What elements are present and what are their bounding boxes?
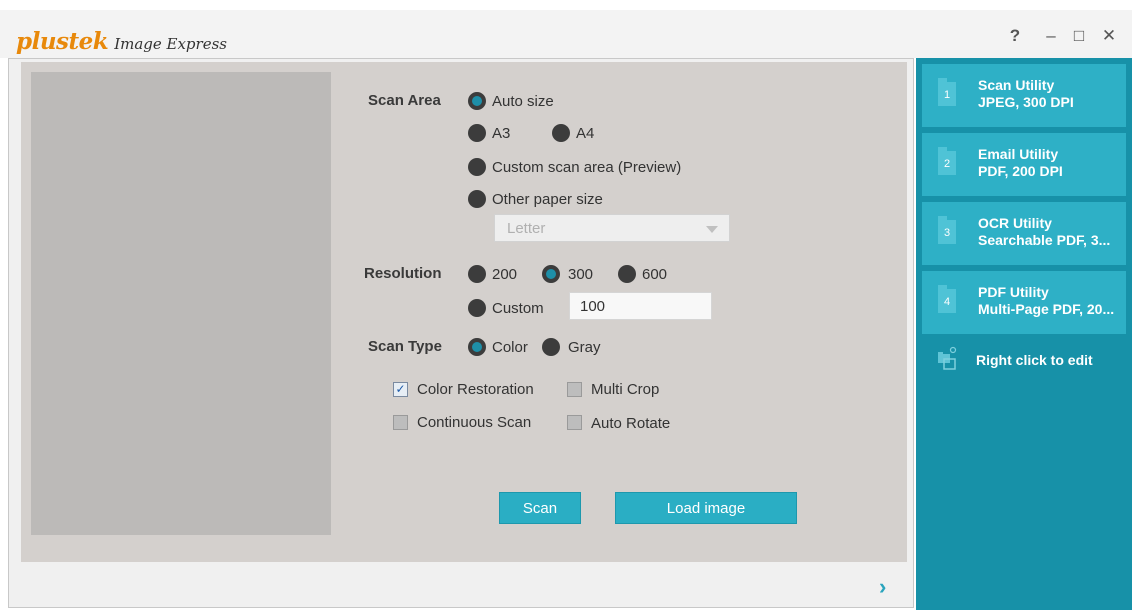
- utility-name: Scan Utility: [978, 77, 1055, 93]
- paper-size-dropdown[interactable]: Letter: [494, 214, 730, 242]
- resolution-600-radio[interactable]: [618, 265, 636, 283]
- resolution-custom-radio[interactable]: [468, 299, 486, 317]
- main-area: Scan Area Auto size A3 A4 Custom scan ar…: [8, 58, 914, 608]
- auto-size-radio[interactable]: [468, 92, 486, 110]
- resolution-200-label[interactable]: 200: [492, 266, 517, 283]
- auto-size-label[interactable]: Auto size: [492, 93, 554, 110]
- custom-scan-area-radio[interactable]: [468, 158, 486, 176]
- edit-hint-text: Right click to edit: [976, 352, 1093, 368]
- chevron-down-icon: [706, 226, 718, 233]
- resolution-custom-label[interactable]: Custom: [492, 300, 544, 317]
- folder-icon: 3: [938, 216, 956, 244]
- scan-preview: [31, 72, 331, 535]
- other-paper-size-radio[interactable]: [468, 190, 486, 208]
- utility-name: PDF Utility: [978, 284, 1049, 300]
- color-restoration-checkbox[interactable]: ✓: [393, 382, 408, 397]
- scan-type-label: Scan Type: [368, 338, 442, 355]
- continuous-scan-checkbox[interactable]: [393, 415, 408, 430]
- folder-icon: 2: [938, 147, 956, 175]
- utility-tile-email[interactable]: 2 Email Utility PDF, 200 DPI: [922, 133, 1126, 196]
- multi-crop-checkbox[interactable]: [567, 382, 582, 397]
- scan-area-label: Scan Area: [368, 92, 441, 109]
- gray-radio[interactable]: [542, 338, 560, 356]
- a3-label[interactable]: A3: [492, 125, 510, 142]
- resolution-300-label[interactable]: 300: [568, 266, 593, 283]
- close-button[interactable]: ✕: [1100, 26, 1118, 46]
- utility-name: Email Utility: [978, 146, 1059, 162]
- utility-tile-scan[interactable]: 1 Scan Utility JPEG, 300 DPI: [922, 64, 1126, 127]
- auto-rotate-checkbox[interactable]: [567, 415, 582, 430]
- a4-radio[interactable]: [552, 124, 570, 142]
- color-radio[interactable]: [468, 338, 486, 356]
- utility-detail: PDF, 200 DPI: [978, 163, 1063, 179]
- load-image-button[interactable]: Load image: [615, 492, 797, 524]
- utility-detail: Multi-Page PDF, 20...: [978, 301, 1115, 317]
- minimize-button[interactable]: –: [1042, 26, 1060, 46]
- help-button[interactable]: ?: [1006, 26, 1024, 46]
- other-paper-size-label[interactable]: Other paper size: [492, 191, 603, 208]
- resolution-label: Resolution: [364, 265, 442, 282]
- brand-name: plustek: [16, 28, 109, 55]
- utility-sidebar: 1 Scan Utility JPEG, 300 DPI 2 Email Uti…: [916, 58, 1132, 610]
- title-bar: plustek Image Express ? – □ ✕: [0, 10, 1132, 58]
- color-label[interactable]: Color: [492, 339, 528, 356]
- color-restoration-label[interactable]: Color Restoration: [417, 381, 534, 398]
- continuous-scan-label[interactable]: Continuous Scan: [417, 414, 531, 431]
- multi-crop-label[interactable]: Multi Crop: [591, 381, 659, 398]
- a4-label[interactable]: A4: [576, 125, 594, 142]
- app-logo: plustek Image Express: [16, 28, 227, 55]
- utility-detail: JPEG, 300 DPI: [978, 94, 1074, 110]
- auto-rotate-label[interactable]: Auto Rotate: [591, 415, 670, 432]
- utility-name: OCR Utility: [978, 215, 1052, 231]
- custom-scan-area-label[interactable]: Custom scan area (Preview): [492, 159, 681, 176]
- maximize-button[interactable]: □: [1070, 26, 1088, 46]
- edit-folder-icon: [938, 346, 957, 370]
- folder-icon: 4: [938, 285, 956, 313]
- resolution-300-radio[interactable]: [542, 265, 560, 283]
- a3-radio[interactable]: [468, 124, 486, 142]
- utility-detail: Searchable PDF, 3...: [978, 232, 1111, 248]
- product-name: Image Express: [114, 35, 227, 53]
- resolution-600-label[interactable]: 600: [642, 266, 667, 283]
- paper-size-value: Letter: [507, 220, 546, 237]
- settings-panel: Scan Area Auto size A3 A4 Custom scan ar…: [21, 62, 907, 562]
- custom-resolution-field[interactable]: 100: [569, 292, 712, 320]
- gray-label[interactable]: Gray: [568, 339, 601, 356]
- folder-icon: 1: [938, 78, 956, 106]
- scan-button[interactable]: Scan: [499, 492, 581, 524]
- utility-tile-pdf[interactable]: 4 PDF Utility Multi-Page PDF, 20...: [922, 271, 1126, 334]
- resolution-200-radio[interactable]: [468, 265, 486, 283]
- utility-tile-ocr[interactable]: 3 OCR Utility Searchable PDF, 3...: [922, 202, 1126, 265]
- chevron-right-icon[interactable]: ›: [879, 574, 886, 600]
